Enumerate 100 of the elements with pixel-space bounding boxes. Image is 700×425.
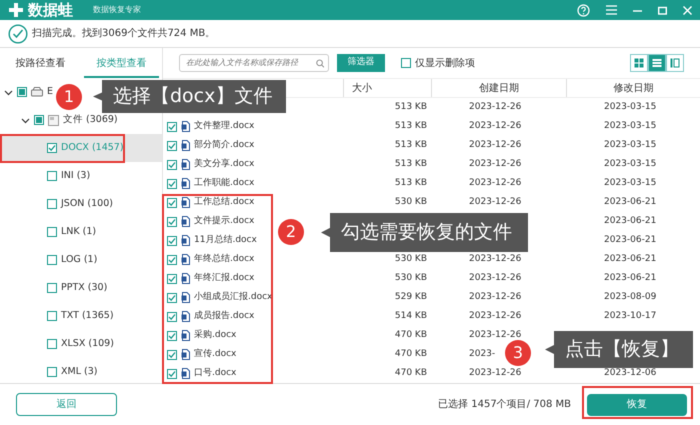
checkbox-label[interactable]: 仅显示删除项 [415, 56, 475, 70]
view-toggle[interactable] [630, 54, 648, 72]
file-size: 530 KB [394, 254, 427, 264]
created-date: 2023-12-26 [469, 196, 522, 207]
file-name: 采购.docx [194, 328, 236, 342]
menu-icon[interactable] [606, 5, 617, 15]
created-date: 2023-12-26 [469, 368, 522, 378]
file-size: 513 KB [394, 158, 427, 169]
modified-date: 2023-10-17 [604, 310, 656, 321]
checkbox[interactable] [167, 140, 177, 150]
modified-date: 2023-03-15 [604, 140, 656, 150]
file-size: 513 KB [394, 178, 427, 188]
chevron-down-icon[interactable] [21, 116, 30, 124]
app-subtitle: 数据恢复专家 [93, 4, 141, 16]
tree-label[interactable]: E [47, 84, 54, 100]
checkbox[interactable] [167, 312, 177, 322]
modified-date: 2023-03-15 [604, 120, 656, 131]
tree-label[interactable]: JSON (100) [61, 196, 113, 212]
callout-label: 勾选需要恢复的文件 [321, 213, 528, 252]
folder-icon [48, 114, 59, 126]
scan-status-text: 扫描完成。找到3069个文件共724 MB。 [32, 26, 216, 41]
file-size: 530 KB [394, 196, 427, 207]
file-size: 514 KB [394, 310, 427, 321]
search-field[interactable]: 在此处输入文件名称或保存路径 [179, 54, 329, 72]
callout-label: 点击【恢复】 [545, 331, 693, 368]
checkbox[interactable] [167, 198, 177, 208]
modified-date: 2023-06-21 [604, 196, 656, 207]
checkbox[interactable] [47, 255, 57, 265]
view-tab[interactable]: 按类型查看 [84, 56, 159, 78]
checkbox[interactable] [167, 330, 177, 340]
file-name: 小组成员汇报.docx [194, 290, 272, 304]
tree-label[interactable]: LOG (1) [61, 252, 98, 268]
checkbox[interactable] [34, 115, 44, 125]
modified-date: 2023-06-21 [604, 254, 656, 264]
file-name: 成员报告.docx [194, 310, 254, 323]
document-icon [181, 292, 190, 303]
app-logo: 数据蛙 [28, 2, 73, 18]
checkbox[interactable] [47, 339, 57, 349]
file-name: 11月总结.docx [194, 234, 257, 247]
step-number-badge: 3 [505, 340, 531, 366]
tree-label[interactable]: LNK (1) [61, 224, 96, 240]
checkbox[interactable] [167, 216, 177, 226]
file-size: 513 KB [394, 140, 427, 150]
checkbox[interactable] [47, 283, 57, 293]
checkbox[interactable] [167, 236, 177, 246]
checkbox[interactable] [167, 292, 177, 302]
tree-label[interactable]: XLSX (109) [61, 336, 114, 352]
tree-label[interactable]: 文件 (3069) [63, 112, 118, 128]
checkbox[interactable] [167, 350, 177, 360]
modified-date: 2023-12-06 [604, 368, 656, 378]
file-name: 工作总结.docx [194, 196, 254, 209]
checkbox[interactable] [47, 171, 57, 181]
checkbox[interactable] [167, 122, 177, 132]
document-icon [181, 197, 190, 208]
created-date: 2023-12-26 [469, 330, 522, 340]
close-icon[interactable] [683, 6, 692, 14]
checkbox[interactable] [47, 143, 57, 153]
column-header: 创建日期 [479, 82, 519, 96]
grid-view-icon [634, 58, 644, 68]
help-icon[interactable] [577, 4, 590, 16]
tree-label[interactable]: PPTX (30) [61, 280, 108, 296]
document-icon [181, 121, 190, 132]
file-size: 470 KB [394, 348, 427, 359]
checkbox[interactable] [167, 178, 177, 188]
created-date: 2023-12-26 [469, 272, 522, 283]
created-date: 2023-12-26 [469, 102, 522, 112]
drive-icon [31, 87, 43, 97]
checkbox[interactable] [401, 58, 411, 68]
checkbox[interactable] [167, 368, 177, 378]
checkbox[interactable] [47, 367, 57, 377]
checkbox[interactable] [167, 254, 177, 264]
file-name: 工作职能.docx [194, 176, 254, 190]
modified-date: 2023-03-15 [604, 178, 656, 188]
chevron-down-icon[interactable] [4, 88, 13, 96]
checkbox[interactable] [167, 274, 177, 284]
checkbox[interactable] [47, 199, 57, 209]
checkbox[interactable] [17, 87, 27, 97]
view-tab[interactable]: 按路径查看 [3, 56, 78, 78]
plus-logo-icon [8, 2, 24, 18]
checkbox[interactable] [167, 160, 177, 170]
document-icon [181, 235, 190, 246]
file-size: 513 KB [394, 102, 427, 112]
modified-date: 2023-08-09 [604, 292, 656, 302]
file-name: 年终总结.docx [194, 252, 254, 266]
view-toggle[interactable] [648, 54, 666, 72]
tree-label[interactable]: INI (3) [61, 168, 90, 184]
document-icon [181, 349, 190, 360]
file-name: 文件提示.docx [194, 214, 254, 228]
document-icon [181, 254, 190, 265]
list-view-icon [652, 58, 662, 68]
maximize-icon[interactable] [658, 6, 667, 14]
view-toggle[interactable] [666, 54, 684, 72]
document-icon [181, 273, 190, 284]
tree-label[interactable]: XML (3) [61, 364, 98, 380]
modified-date: 2023-06-21 [604, 234, 656, 245]
file-name: 年终汇报.docx [194, 272, 254, 285]
tree-label[interactable]: TXT (1365) [61, 308, 114, 324]
checkbox[interactable] [47, 311, 57, 321]
search-icon[interactable] [316, 58, 324, 68]
checkbox[interactable] [47, 227, 57, 237]
